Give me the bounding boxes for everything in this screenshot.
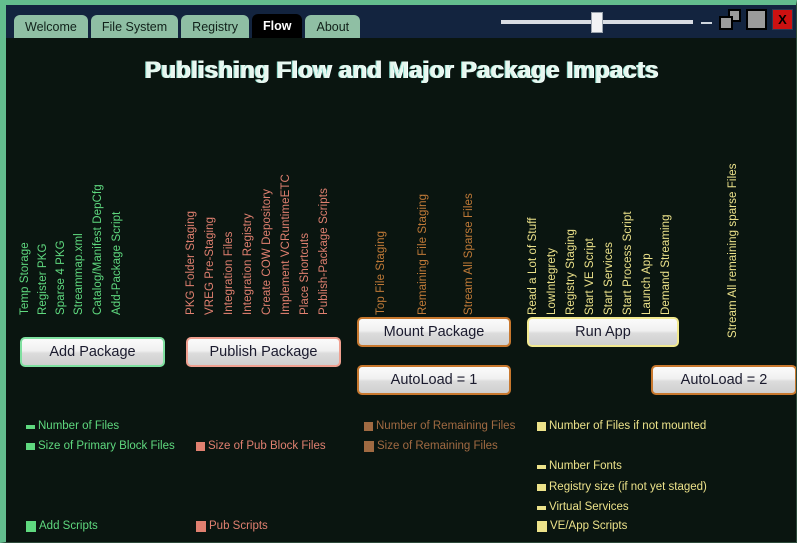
legend-number-of-files-if-not-mounted: Number of Files if not mounted — [537, 420, 707, 433]
maximize-icon[interactable] — [746, 9, 767, 30]
stage-label-remaining-file-staging: Remaining File Staging — [417, 193, 429, 315]
page-title: Publishing Flow and Major Package Impact… — [144, 57, 659, 84]
stage-label-register-pkg: Register PKG — [37, 243, 49, 315]
legend-label: Pub Scripts — [209, 520, 268, 532]
tab-flow[interactable]: Flow — [252, 13, 303, 38]
stage-label-integration-registry: Integration Registry — [242, 213, 254, 315]
stage-label-registry-staging: Registry Staging — [565, 229, 577, 315]
stage-label-start-services: Start Services — [603, 242, 615, 315]
autoload-1-button[interactable]: AutoLoad = 1 — [357, 365, 511, 395]
stage-label-launch-app: Launch App — [641, 253, 653, 315]
run-app-button[interactable]: Run App — [527, 317, 679, 347]
zoom-slider[interactable] — [501, 12, 693, 33]
stage-label-streammap-xml: Streammap.xml — [73, 233, 85, 315]
stage-label-create-cow-depository: Create COW Depository — [261, 188, 273, 315]
stage-label-place-shortcuts: Place Shortcuts — [299, 232, 311, 315]
legend-label: Number of Remaining Files — [376, 420, 516, 432]
title-bar: Welcome File System Registry Flow About X — [6, 5, 796, 40]
stage-label-start-ve-script: Start VE Script — [584, 238, 596, 315]
window-controls: X — [700, 9, 793, 30]
app-window: Welcome File System Registry Flow About X Pu… — [0, 0, 797, 543]
stage-label-sparse-4-pkg: Sparse 4 PKG — [55, 240, 67, 315]
tab-about[interactable]: About — [305, 14, 361, 38]
stage-label-top-file-staging: Top File Staging — [375, 230, 387, 315]
restore-icon-front-square — [719, 16, 733, 30]
stage-label-lowintegrety: LowIntegrety — [546, 247, 558, 315]
stage-label-read-a-lot-of-stuff: Read a Lot of Stuff — [527, 217, 539, 315]
legend-label: Registry size (if not yet staged) — [549, 481, 707, 493]
tab-registry[interactable]: Registry — [181, 14, 250, 38]
stage-label-stream-all-sparse-files: Stream All Sparse Files — [463, 193, 475, 315]
legend-label: Number of Files if not mounted — [549, 420, 707, 432]
legend-swatch-icon — [196, 521, 206, 533]
legend-pub-scripts: Pub Scripts — [196, 520, 268, 533]
legend-label: Size of Pub Block Files — [208, 440, 326, 452]
stage-label-vreg-pre-staging: VREG Pre-Staging — [204, 216, 216, 315]
stage-label-pkg-folder-staging: PKG Folder Staging — [185, 210, 197, 315]
flow-panel: Publishing Flow and Major Package Impact… — [6, 40, 796, 542]
legend-number-of-files: Number of Files — [26, 420, 120, 433]
mount-package-button[interactable]: Mount Package — [357, 317, 511, 347]
tab-file-system[interactable]: File System — [90, 14, 179, 38]
stage-label-implement-vcruntimeetc: Implement VCRuntimeETC — [280, 174, 292, 315]
legend-add-scripts: Add Scripts — [26, 520, 98, 533]
legend-swatch-icon — [26, 443, 35, 451]
legend-ve-app-scripts: VE/App Scripts — [537, 520, 628, 533]
legend-swatch-icon — [537, 521, 547, 533]
stage-label-add-package-script: Add-Package Script — [111, 211, 123, 315]
stage-label-catalog-manifest-depcfg: Catalog/Manifest DepCfg — [92, 184, 104, 315]
legend-number-fonts: Number Fonts — [537, 460, 622, 473]
stage-label-publish-package-scripts: Publish-Package Scripts — [318, 188, 330, 315]
legend-label: Size of Remaining Files — [377, 440, 498, 452]
legend-size-of-remaining-files: Size of Remaining Files — [364, 440, 498, 453]
legend-swatch-icon — [26, 424, 35, 429]
legend-swatch-icon — [537, 484, 546, 492]
legend-swatch-icon — [537, 422, 546, 432]
legend-registry-size: Registry size (if not yet staged) — [537, 481, 707, 494]
legend-number-of-remaining-files: Number of Remaining Files — [364, 420, 516, 433]
legend-label: Number of Files — [38, 420, 120, 432]
legend-label: Size of Primary Block Files — [38, 440, 175, 452]
stage-label-stream-all-remaining-sparse-files: Stream All remaining sparse Files — [727, 163, 739, 338]
stage-label-start-process-script: Start Process Script — [622, 211, 634, 315]
tab-strip: Welcome File System Registry Flow About — [14, 13, 361, 38]
legend-label: Add Scripts — [39, 520, 98, 532]
slider-thumb[interactable] — [591, 12, 603, 33]
stage-label-temp-storage: Temp Storage — [19, 242, 31, 315]
legend-label: Number Fonts — [549, 460, 622, 472]
legend-label: VE/App Scripts — [550, 520, 628, 532]
legend-size-of-pub-block-files: Size of Pub Block Files — [196, 440, 326, 453]
legend-swatch-icon — [364, 422, 373, 432]
stage-label-integration-files: Integration Files — [223, 231, 235, 315]
add-package-button[interactable]: Add Package — [20, 337, 165, 367]
legend-swatch-icon — [26, 521, 36, 533]
legend-swatch-icon — [537, 464, 546, 469]
legend-swatch-icon — [196, 442, 205, 452]
legend-label: Virtual Services — [549, 501, 629, 513]
tab-welcome[interactable]: Welcome — [14, 14, 88, 38]
minimize-icon[interactable] — [700, 12, 714, 28]
legend-size-of-primary-block-files: Size of Primary Block Files — [26, 440, 175, 453]
legend-virtual-services: Virtual Services — [537, 501, 629, 514]
legend-swatch-icon — [537, 505, 546, 510]
publish-package-button[interactable]: Publish Package — [186, 337, 341, 367]
restore-icon[interactable] — [719, 9, 741, 30]
legend-swatch-icon — [364, 441, 374, 453]
close-button[interactable]: X — [772, 9, 793, 30]
autoload-2-button[interactable]: AutoLoad = 2 — [651, 365, 796, 395]
stage-label-demand-streaming: Demand Streaming — [660, 214, 672, 315]
